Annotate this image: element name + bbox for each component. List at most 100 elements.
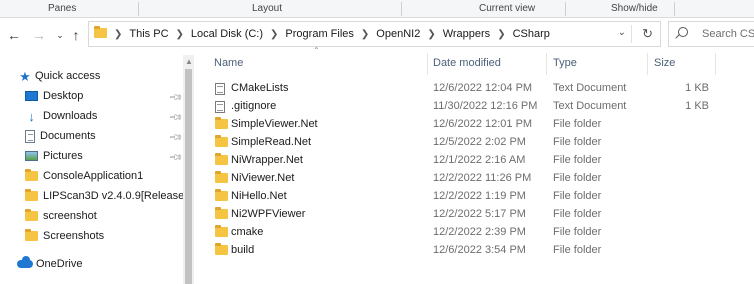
column-divider[interactable]: [647, 53, 648, 75]
chevron-right-icon[interactable]: ❯: [361, 29, 369, 40]
sidebar-item-screenshot[interactable]: screenshot: [25, 206, 97, 226]
scrollbar-thumb[interactable]: [185, 69, 192, 284]
back-arrow-icon[interactable]: ←: [5, 27, 23, 45]
ribbon-label-layout: Layout: [252, 3, 283, 14]
ribbon-divider: [674, 2, 675, 16]
sidebar-item-pictures[interactable]: Pictures: [25, 146, 83, 166]
file-type: File folder: [553, 208, 602, 220]
pin-icon[interactable]: 📌︎: [168, 90, 183, 106]
ribbon-label-current-view: Current view: [479, 3, 536, 14]
column-divider[interactable]: [715, 53, 716, 75]
breadcrumb-wrappers[interactable]: Wrappers: [443, 28, 490, 40]
file-row[interactable]: build 12/6/2022 3:54 PM File folder: [195, 242, 735, 260]
text-document-icon: [215, 101, 225, 116]
chevron-right-icon[interactable]: ❯: [176, 29, 184, 40]
file-date: 12/6/2022 12:01 PM: [433, 118, 533, 130]
address-history-dropdown-icon[interactable]: ⌄: [618, 27, 626, 38]
file-type: File folder: [553, 118, 602, 130]
folder-icon: [215, 135, 228, 150]
refresh-icon[interactable]: ↻: [642, 26, 653, 42]
file-type: File folder: [553, 226, 602, 238]
folder-icon: [215, 153, 228, 168]
address-bar[interactable]: ❯ This PC ❯ Local Disk (C:) ❯ Program Fi…: [88, 21, 661, 47]
search-input[interactable]: Search CSharp: [668, 21, 754, 47]
file-type: Text Document: [553, 100, 627, 112]
column-header-type[interactable]: Type: [553, 57, 577, 71]
file-name: cmake: [231, 226, 264, 238]
quick-access-label: Quick access: [35, 70, 101, 82]
chevron-right-icon[interactable]: ❯: [427, 29, 435, 40]
column-divider[interactable]: [427, 53, 428, 75]
file-row[interactable]: NiHello.Net 12/2/2022 1:19 PM File folde…: [195, 188, 735, 206]
file-date: 11/30/2022 12:16 PM: [433, 100, 538, 112]
file-row[interactable]: SimpleRead.Net 12/5/2022 2:02 PM File fo…: [195, 134, 735, 152]
folder-icon: [215, 243, 228, 258]
breadcrumb: ❯ This PC ❯ Local Disk (C:) ❯ Program Fi…: [107, 28, 550, 40]
navigation-pane: ★ Quick access Desktop 📌︎ ↓ Downloads 📌︎…: [0, 55, 187, 284]
file-date: 12/2/2022 5:17 PM: [433, 208, 526, 220]
folder-icon: [25, 189, 38, 201]
file-name: CMakeLists: [231, 82, 289, 94]
sidebar-item-label: screenshot: [43, 210, 97, 222]
folder-icon: [215, 207, 228, 222]
file-name: NiViewer.Net: [231, 172, 295, 184]
breadcrumb-csharp[interactable]: CSharp: [513, 28, 550, 40]
forward-arrow-icon[interactable]: →: [30, 27, 48, 45]
column-header-size[interactable]: Size: [654, 57, 675, 71]
pin-icon[interactable]: 📌︎: [168, 130, 183, 146]
sidebar-item-label: OneDrive: [36, 258, 83, 270]
sidebar-item-lipscan3d[interactable]: LIPScan3D v2.4.0.9[Release]: [25, 186, 187, 206]
sidebar-item-onedrive[interactable]: OneDrive: [17, 254, 82, 274]
ribbon-divider: [565, 2, 566, 16]
file-name: .gitignore: [231, 100, 277, 112]
download-icon: ↓: [28, 108, 35, 124]
sidebar-item-documents[interactable]: Documents: [25, 126, 96, 146]
pin-icon[interactable]: 📌︎: [168, 110, 183, 126]
onedrive-cloud-icon: [17, 256, 33, 268]
column-header-name[interactable]: Name: [214, 57, 243, 71]
file-row[interactable]: NiWrapper.Net 12/1/2022 2:16 AM File fol…: [195, 152, 735, 170]
sidebar-item-desktop[interactable]: Desktop: [25, 86, 83, 106]
breadcrumb-local-disk[interactable]: Local Disk (C:): [191, 28, 263, 40]
breadcrumb-this-pc[interactable]: This PC: [129, 28, 168, 40]
scroll-up-arrow-icon[interactable]: ▲: [185, 57, 193, 66]
file-row[interactable]: .gitignore 11/30/2022 12:16 PM Text Docu…: [195, 98, 735, 116]
up-arrow-icon[interactable]: ↑: [67, 27, 85, 45]
sidebar-item-label: Pictures: [43, 150, 83, 162]
sort-caret-icon: ⌃: [313, 46, 320, 55]
sidebar-item-consoleapplication1[interactable]: ConsoleApplication1: [25, 166, 143, 186]
address-divider: [631, 25, 632, 43]
search-placeholder: Search CSharp: [702, 28, 754, 40]
sidebar-item-label: ConsoleApplication1: [43, 170, 144, 182]
file-name: SimpleViewer.Net: [231, 118, 318, 130]
chevron-right-icon[interactable]: ❯: [270, 29, 278, 40]
file-name: NiWrapper.Net: [231, 154, 303, 166]
breadcrumb-openni2[interactable]: OpenNI2: [376, 28, 420, 40]
ribbon-group-labels: Panes Layout Current view Show/hide: [0, 0, 754, 18]
chevron-right-icon: ❯: [114, 28, 123, 40]
folder-icon: [25, 209, 38, 221]
file-row[interactable]: Ni2WPFViewer 12/2/2022 5:17 PM File fold…: [195, 206, 735, 224]
navigation-pane-scrollbar[interactable]: ▲: [183, 55, 194, 284]
folder-icon: [25, 229, 38, 241]
pin-icon[interactable]: 📌︎: [168, 150, 183, 166]
column-header-date-modified[interactable]: Date modified: [433, 57, 501, 71]
sidebar-item-downloads[interactable]: ↓ Downloads: [25, 106, 97, 126]
sidebar-item-screenshots[interactable]: Screenshots: [25, 226, 104, 246]
folder-icon: [25, 169, 38, 181]
folder-icon: [94, 26, 107, 41]
search-icon: [678, 27, 688, 37]
file-row[interactable]: NiViewer.Net 12/2/2022 11:26 PM File fol…: [195, 170, 735, 188]
file-row[interactable]: CMakeLists 12/6/2022 12:04 PM Text Docum…: [195, 80, 735, 98]
sidebar-item-label: LIPScan3D v2.4.0.9[Release]: [43, 190, 188, 202]
file-date: 12/6/2022 12:04 PM: [433, 82, 533, 94]
breadcrumb-program-files[interactable]: Program Files: [285, 28, 353, 40]
file-name: Ni2WPFViewer: [231, 208, 306, 220]
file-type: File folder: [553, 172, 602, 184]
documents-icon: [25, 129, 35, 143]
quick-access[interactable]: ★ Quick access: [18, 66, 100, 86]
file-row[interactable]: SimpleViewer.Net 12/6/2022 12:01 PM File…: [195, 116, 735, 134]
file-row[interactable]: cmake 12/2/2022 2:39 PM File folder: [195, 224, 735, 242]
column-divider[interactable]: [546, 53, 547, 75]
chevron-right-icon[interactable]: ❯: [497, 29, 505, 40]
